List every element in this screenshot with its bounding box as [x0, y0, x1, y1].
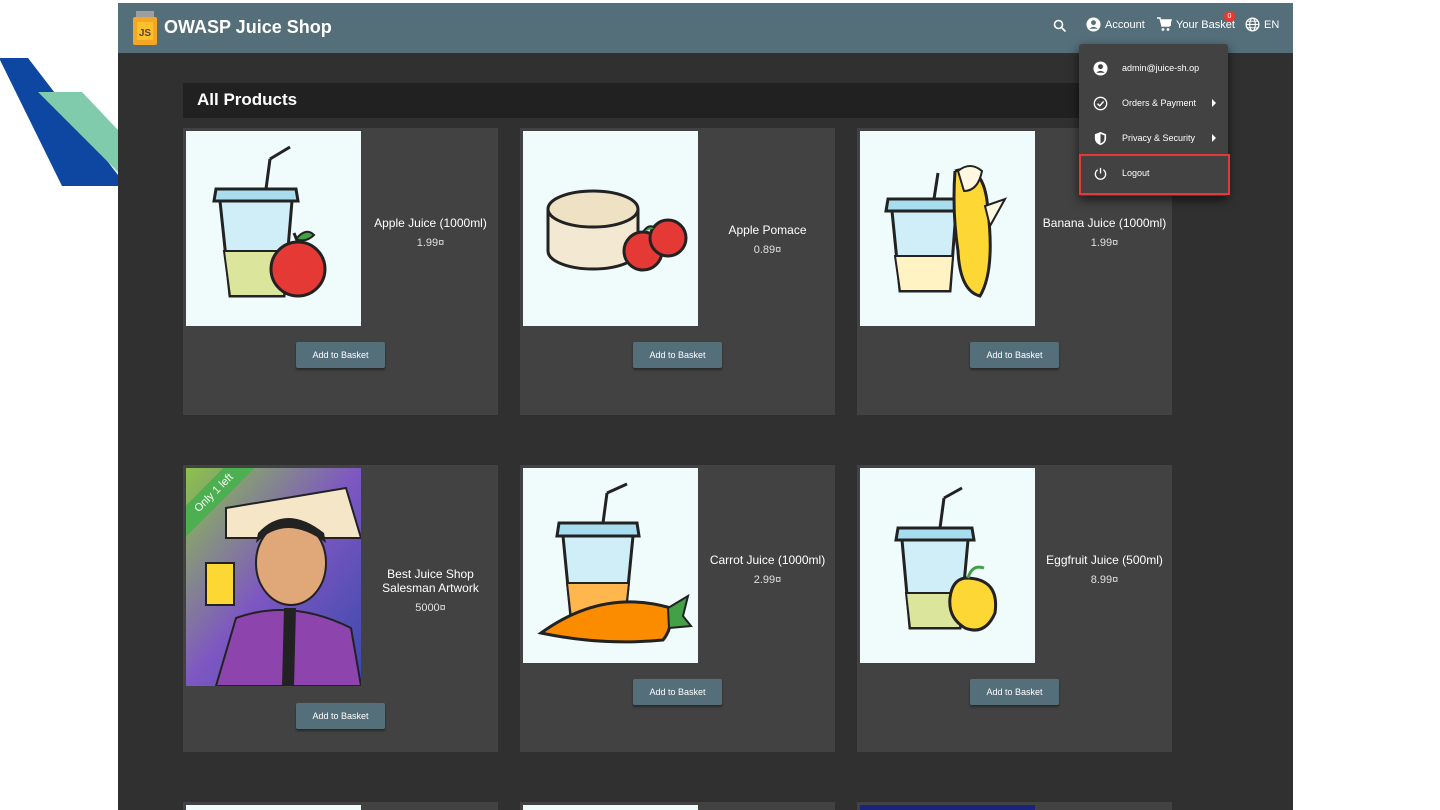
search-icon — [1053, 19, 1067, 33]
product-image[interactable] — [523, 131, 698, 326]
account-label: Account — [1105, 18, 1145, 31]
product-card-eggfruit-juice[interactable]: Eggfruit Juice (500ml) 8.99¤ Add to Bask… — [857, 465, 1172, 752]
shield-icon — [1092, 131, 1108, 146]
product-image[interactable] — [860, 468, 1035, 663]
decorative-background-shapes — [0, 58, 118, 186]
juice-shop-logo[interactable]: JS — [130, 9, 160, 47]
page-title: All Products — [197, 90, 298, 109]
product-image — [860, 805, 1035, 810]
add-to-basket-button[interactable]: Add to Basket — [970, 679, 1059, 705]
menu-item-privacy-security[interactable]: Privacy & Security — [1079, 121, 1228, 155]
product-name: Apple Juice (1000ml) — [374, 216, 487, 230]
product-card-apple-juice[interactable]: Apple Juice (1000ml) 1.99¤ Add to Basket — [183, 128, 498, 415]
submenu-arrow-icon — [1212, 134, 1216, 142]
product-info: Best Juice Shop Salesman Artwork 5000¤ — [363, 567, 498, 615]
product-image — [523, 805, 698, 810]
add-to-basket-button[interactable]: Add to Basket — [633, 679, 722, 705]
product-card-carrot-juice[interactable]: Carrot Juice (1000ml) 2.99¤ Add to Baske… — [520, 465, 835, 752]
account-circle-icon — [1086, 17, 1101, 32]
product-name: Best Juice Shop Salesman Artwork — [382, 567, 479, 595]
product-info: Carrot Juice (1000ml) 2.99¤ — [700, 553, 835, 587]
submenu-arrow-icon — [1212, 99, 1216, 107]
menu-item-label: Orders & Payment — [1122, 98, 1197, 108]
basket-button[interactable]: Your Basket — [1156, 17, 1235, 32]
product-info: Eggfruit Juice (500ml) 8.99¤ — [1037, 553, 1172, 587]
product-image[interactable] — [523, 468, 698, 663]
shopping-cart-icon — [1157, 17, 1172, 31]
product-card-partial[interactable] — [520, 802, 835, 810]
logout-highlight-box — [1079, 154, 1230, 195]
product-price: 1.99¤ — [416, 237, 445, 249]
add-to-basket-button[interactable]: Add to Basket — [296, 703, 385, 729]
product-info: Apple Juice (1000ml) 1.99¤ — [363, 216, 498, 250]
product-card-apple-pomace[interactable]: Apple Pomace 0.89¤ Add to Basket — [520, 128, 835, 415]
product-price: 2.99¤ — [753, 574, 782, 586]
language-button[interactable]: EN — [1245, 17, 1279, 32]
menu-item-label: admin@juice-sh.op — [1122, 63, 1200, 73]
product-card-salesman-artwork[interactable]: Only 1 left Best Juice Shop Salesman Art… — [183, 465, 498, 752]
product-name: Eggfruit Juice (500ml) — [1046, 553, 1163, 567]
account-button[interactable]: Account — [1086, 17, 1145, 32]
product-card-partial[interactable] — [857, 802, 1172, 810]
product-info: Apple Pomace 0.89¤ — [700, 223, 835, 257]
product-info: Banana Juice (1000ml) 1.99¤ — [1037, 216, 1172, 250]
check-circle-icon — [1092, 96, 1108, 111]
menu-item-orders-payment[interactable]: Orders & Payment — [1079, 86, 1228, 120]
product-price: 0.89¤ — [753, 244, 782, 256]
product-name: Banana Juice (1000ml) — [1042, 216, 1167, 230]
product-image[interactable] — [860, 131, 1035, 326]
add-to-basket-button[interactable]: Add to Basket — [633, 342, 722, 368]
product-image[interactable]: Only 1 left — [186, 468, 361, 686]
page-heading-bar: All Products — [183, 83, 1173, 118]
svg-text:JS: JS — [139, 28, 152, 39]
product-price: 5000¤ — [415, 602, 446, 614]
product-price: 8.99¤ — [1090, 574, 1119, 586]
app-window: JS OWASP Juice Shop Account Your Basket … — [118, 3, 1293, 810]
app-title[interactable]: OWASP Juice Shop — [164, 17, 332, 38]
globe-icon — [1245, 17, 1260, 32]
language-label: EN — [1264, 18, 1280, 31]
menu-item-user-email[interactable]: admin@juice-sh.op — [1079, 51, 1228, 85]
add-to-basket-button[interactable]: Add to Basket — [970, 342, 1059, 368]
product-image — [186, 805, 361, 810]
product-image[interactable] — [186, 131, 361, 326]
menu-item-label: Privacy & Security — [1122, 133, 1196, 143]
basket-count-badge: 0 — [1224, 11, 1235, 22]
product-name: Apple Pomace — [728, 223, 807, 237]
product-name: Carrot Juice (1000ml) — [709, 553, 826, 567]
product-card-partial[interactable] — [183, 802, 498, 810]
add-to-basket-button[interactable]: Add to Basket — [296, 342, 385, 368]
product-price: 1.99¤ — [1090, 237, 1119, 249]
search-button[interactable] — [1053, 19, 1067, 33]
account-circle-icon — [1092, 60, 1108, 76]
